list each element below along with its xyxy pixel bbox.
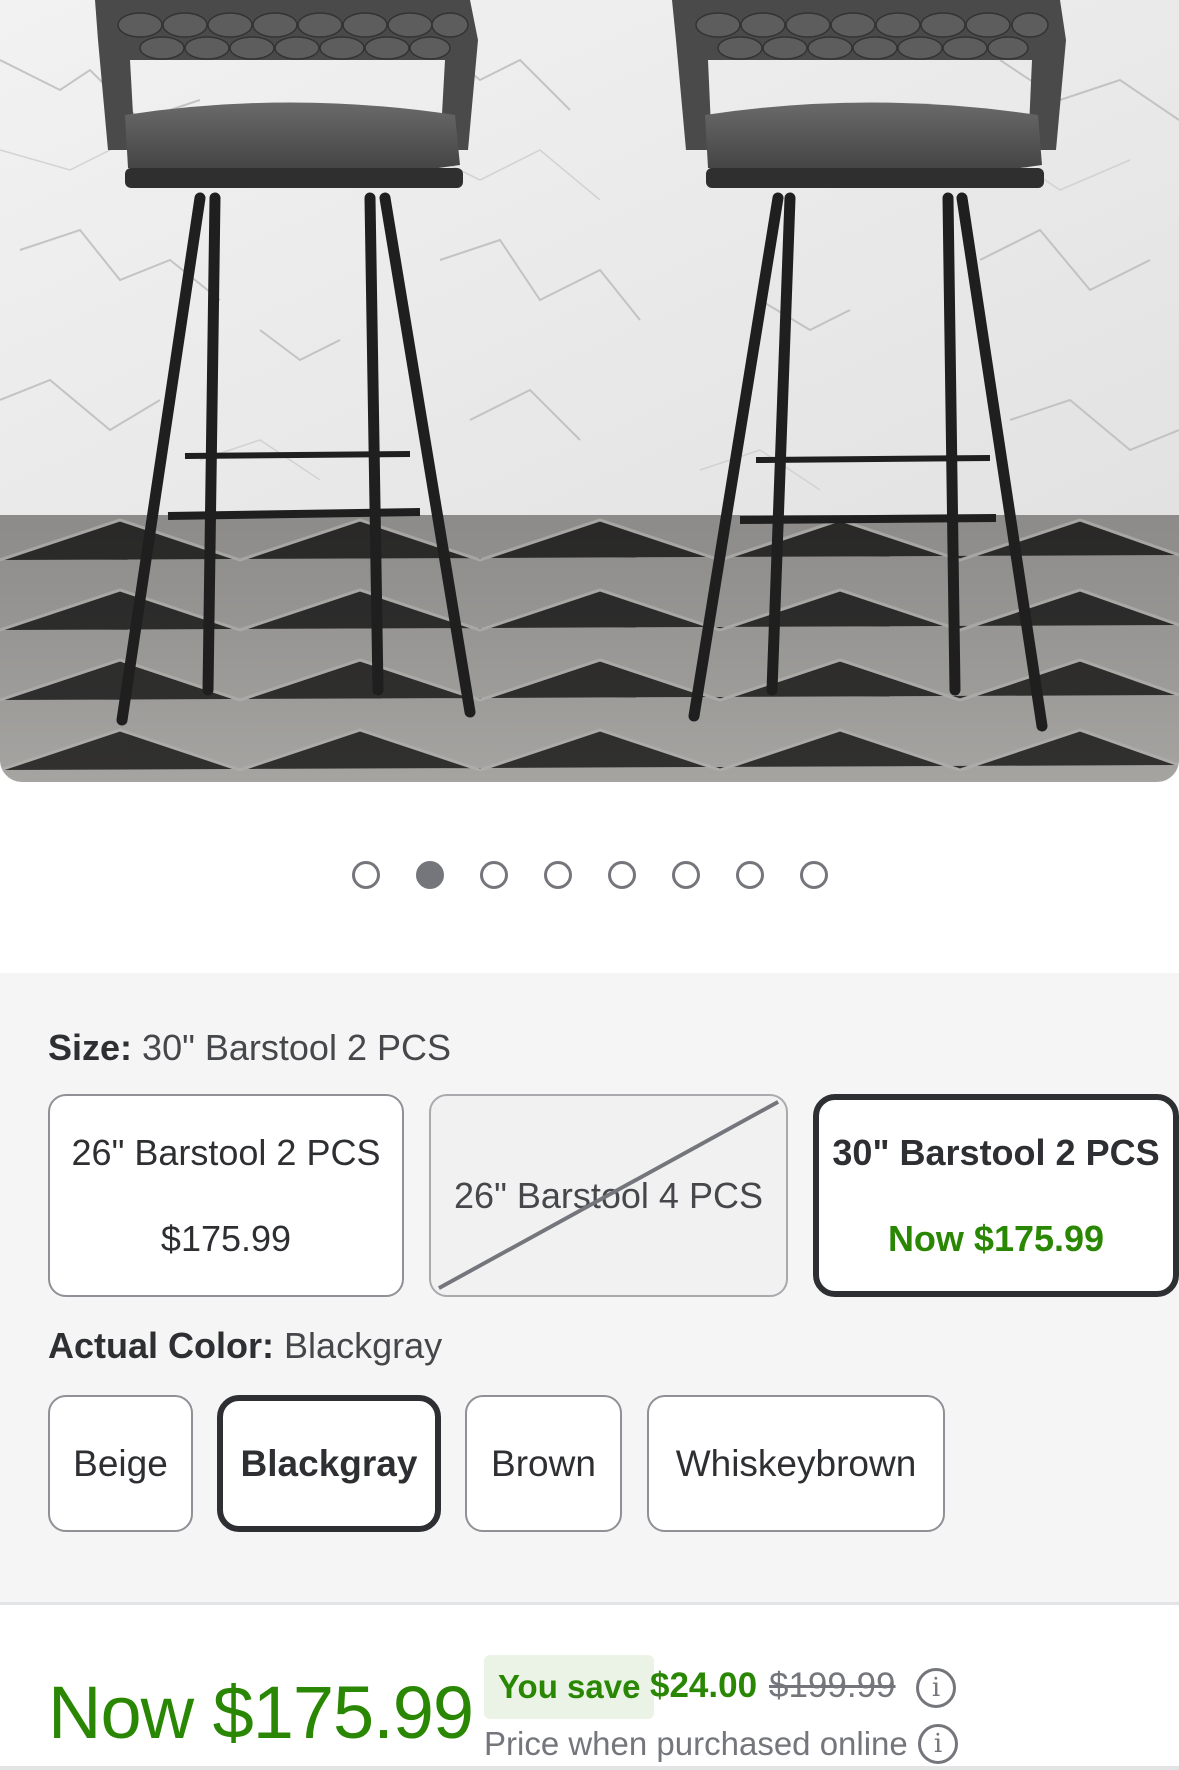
size-option-name: 26" Barstool 4 PCS	[454, 1174, 763, 1216]
size-option-name: 26" Barstool 2 PCS	[71, 1131, 381, 1173]
size-option-26-2pcs[interactable]: 26" Barstool 2 PCS $175.99	[48, 1094, 404, 1297]
save-amount: $24.00	[650, 1666, 758, 1705]
color-label: Actual Color:	[48, 1325, 275, 1366]
price-note: Price when purchased online	[484, 1725, 908, 1762]
variant-selector: Size: 30" Barstool 2 PCS 26" Barstool 2 …	[0, 973, 1179, 1605]
carousel-dot-3[interactable]	[479, 861, 508, 889]
carousel-dot-4[interactable]	[543, 861, 572, 889]
size-option-name: 30" Barstool 2 PCS	[832, 1131, 1160, 1173]
color-option-blackgray[interactable]: Blackgray	[217, 1395, 441, 1532]
carousel-dot-6[interactable]	[671, 861, 700, 889]
product-image[interactable]	[0, 0, 1179, 782]
image-carousel-dots	[0, 861, 1179, 889]
carousel-dot-5[interactable]	[607, 861, 636, 889]
carousel-dot-7[interactable]	[735, 861, 764, 889]
current-price: Now $175.99	[48, 1671, 474, 1754]
size-option-price: Now $175.99	[887, 1217, 1105, 1259]
size-label-row: Size: 30" Barstool 2 PCS	[48, 1027, 451, 1069]
size-option-30-2pcs[interactable]: 30" Barstool 2 PCS Now $175.99	[813, 1094, 1179, 1297]
you-save-badge: You save	[484, 1655, 655, 1719]
size-label: Size:	[48, 1027, 133, 1068]
color-selected-value: Blackgray	[284, 1325, 443, 1366]
online-price-info-icon[interactable]: i	[918, 1724, 958, 1764]
was-price: $199.99	[769, 1666, 896, 1705]
carousel-dot-8[interactable]	[799, 861, 828, 889]
bottom-divider	[0, 1766, 1179, 1770]
size-option-price: $175.99	[160, 1217, 292, 1259]
size-selected-value: 30" Barstool 2 PCS	[142, 1027, 451, 1068]
color-option-beige[interactable]: Beige	[48, 1395, 193, 1532]
carousel-dot-2[interactable]	[415, 861, 444, 889]
color-label-row: Actual Color: Blackgray	[48, 1325, 442, 1367]
color-option-brown[interactable]: Brown	[465, 1395, 622, 1532]
color-option-whiskeybrown[interactable]: Whiskeybrown	[647, 1395, 945, 1532]
size-option-26-4pcs[interactable]: 26" Barstool 4 PCS	[429, 1094, 788, 1297]
barstools-illustration	[0, 0, 1179, 782]
carousel-dot-1[interactable]	[351, 861, 380, 889]
price-info-icon[interactable]: i	[916, 1668, 956, 1708]
